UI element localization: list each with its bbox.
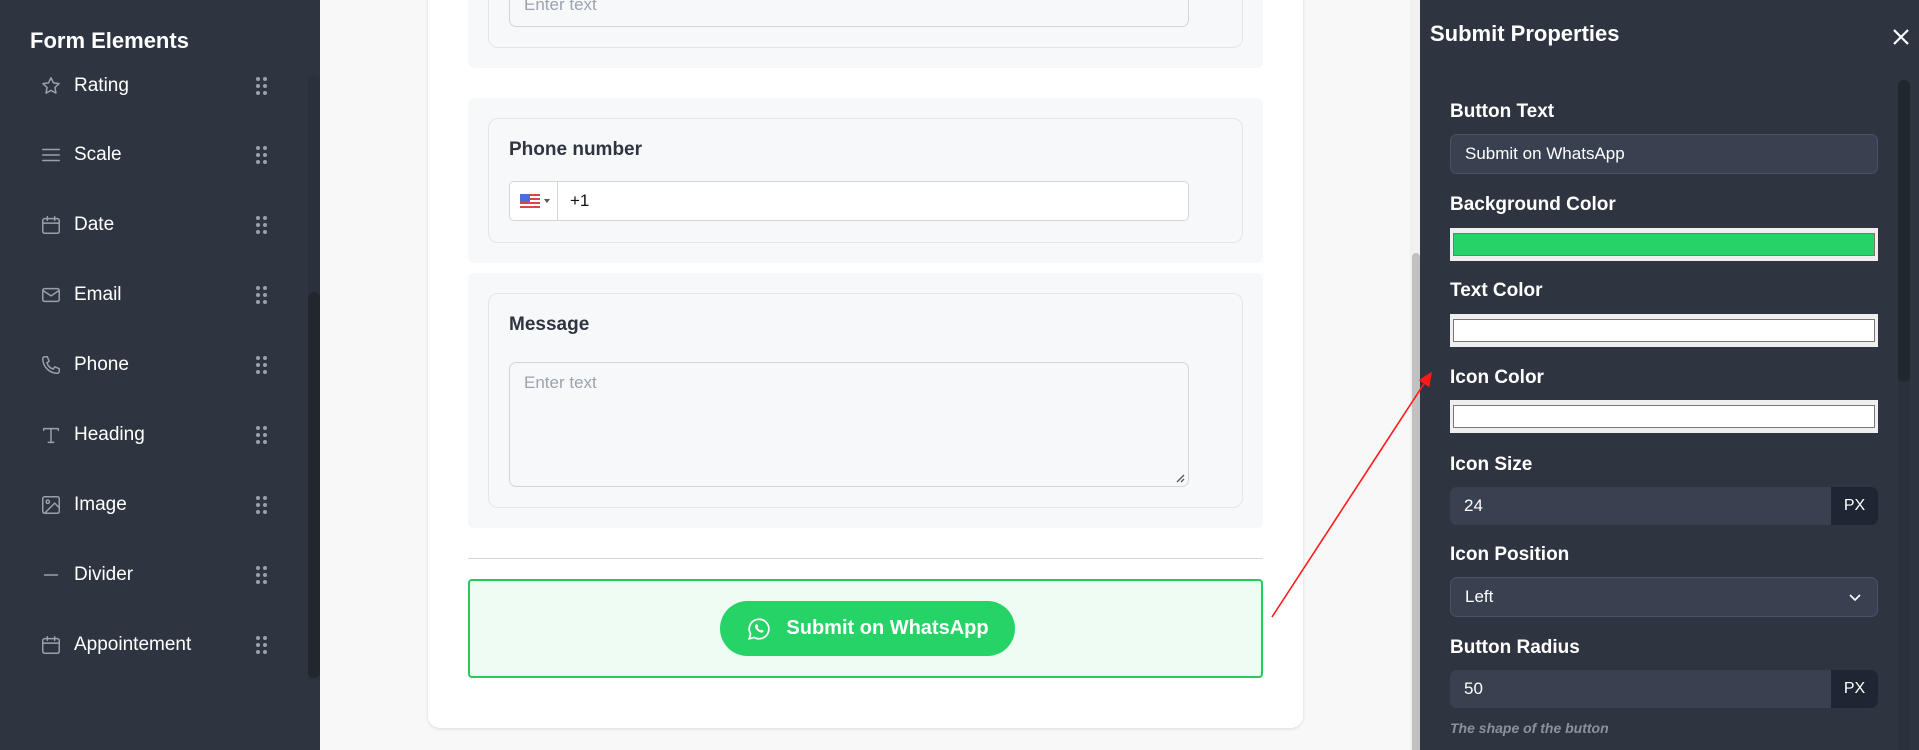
button-text-input[interactable]: Submit on WhatsApp: [1450, 134, 1878, 174]
background-color-swatch: [1453, 233, 1875, 256]
text-input[interactable]: Enter text: [509, 0, 1189, 27]
form-preview-card: Enter text Phone number +1 Message Enter…: [428, 0, 1303, 728]
sidebar-item-label: Date: [74, 214, 115, 235]
sidebar-item-divider[interactable]: Divider: [38, 555, 268, 595]
sidebar-item-heading[interactable]: Heading: [38, 415, 268, 455]
form-divider: [468, 558, 1263, 559]
sidebar-item-label: Image: [74, 494, 127, 515]
image-icon: [38, 492, 64, 518]
sidebar-item-date[interactable]: Date: [38, 205, 268, 245]
calendar-icon: [38, 212, 64, 238]
calendar-icon: [38, 632, 64, 658]
submit-whatsapp-button[interactable]: Submit on WhatsApp: [720, 601, 1015, 656]
textarea-placeholder: Enter text: [524, 373, 597, 392]
button-radius-help: The shape of the button: [1450, 720, 1609, 736]
drag-handle-icon[interactable]: [256, 77, 268, 95]
submit-properties-panel: Submit Properties Button Text Submit on …: [1420, 0, 1919, 750]
phone-input[interactable]: +1: [509, 181, 1189, 221]
form-elements-sidebar: Rating Scale Date Email Phone Heading Im…: [0, 0, 320, 750]
button-text-label: Button Text: [1450, 101, 1555, 122]
sidebar-item-label: Phone: [74, 354, 129, 375]
button-text-value: Submit on WhatsApp: [1465, 144, 1625, 163]
mail-icon: [38, 282, 64, 308]
sidebar-item-label: Heading: [74, 424, 145, 445]
drag-handle-icon[interactable]: [256, 356, 268, 374]
icon-color-swatch: [1453, 405, 1875, 428]
caret-down-icon: [544, 199, 550, 203]
sidebar-item-label: Rating: [74, 75, 129, 96]
close-icon: [1893, 29, 1909, 45]
sidebar-item-label: Appointement: [74, 634, 192, 655]
text-color-swatch: [1453, 319, 1875, 342]
sidebar-title: Form Elements: [30, 28, 189, 53]
field-container: Enter text: [488, 0, 1243, 48]
background-color-picker[interactable]: [1450, 228, 1878, 261]
form-field-phone[interactable]: Phone number +1: [468, 98, 1263, 263]
icon-position-select[interactable]: Left: [1450, 577, 1878, 617]
drag-handle-icon[interactable]: [256, 286, 268, 304]
text-t-icon: [38, 422, 64, 448]
icon-size-unit: PX: [1831, 487, 1878, 525]
drag-handle-icon[interactable]: [256, 146, 268, 164]
star-icon: [38, 73, 64, 99]
close-button[interactable]: [1888, 24, 1914, 50]
sidebar-item-label: Email: [74, 284, 122, 305]
background-color-label: Background Color: [1450, 194, 1616, 215]
sidebar-item-scale[interactable]: Scale: [38, 135, 268, 175]
drag-handle-icon[interactable]: [256, 566, 268, 584]
country-select[interactable]: [510, 182, 558, 220]
button-radius-label: Button Radius: [1450, 637, 1580, 658]
sidebar-item-image[interactable]: Image: [38, 485, 268, 525]
message-textarea[interactable]: Enter text: [509, 362, 1189, 487]
drag-handle-icon[interactable]: [256, 426, 268, 444]
sidebar-item-phone[interactable]: Phone: [38, 345, 268, 385]
submit-block-selected[interactable]: Submit on WhatsApp: [468, 579, 1263, 678]
phone-value: +1: [570, 191, 590, 210]
form-canvas: Enter text Phone number +1 Message Enter…: [320, 0, 1420, 750]
icon-size-input[interactable]: 24 PX: [1450, 487, 1878, 525]
properties-scrollbar-thumb[interactable]: [1898, 80, 1910, 382]
drag-handle-icon[interactable]: [256, 216, 268, 234]
phone-field-label: Phone number: [509, 139, 643, 160]
button-radius-input[interactable]: 50 PX: [1450, 670, 1878, 708]
icon-position-value: Left: [1465, 587, 1494, 606]
us-flag-icon: [520, 194, 540, 208]
phone-icon: [38, 352, 64, 378]
submit-button-label: Submit on WhatsApp: [786, 617, 989, 639]
whatsapp-icon: [748, 617, 771, 640]
sidebar-item-label: Scale: [74, 144, 122, 165]
button-radius-value: 50: [1464, 679, 1483, 698]
canvas-scrollbar-thumb[interactable]: [1412, 253, 1420, 750]
minus-icon: [38, 562, 64, 588]
text-input-placeholder: Enter text: [524, 0, 597, 14]
properties-title: Submit Properties: [1430, 21, 1620, 46]
sidebar-item-appointement[interactable]: Appointement: [38, 625, 268, 665]
sidebar-item-label: Divider: [74, 564, 134, 585]
drag-handle-icon[interactable]: [256, 496, 268, 514]
drag-handle-icon[interactable]: [256, 636, 268, 654]
text-color-label: Text Color: [1450, 280, 1543, 301]
menu-lines-icon: [38, 142, 64, 168]
icon-color-label: Icon Color: [1450, 367, 1544, 388]
form-field-message[interactable]: Message Enter text: [468, 273, 1263, 528]
resize-handle-icon[interactable]: [1175, 473, 1185, 483]
text-color-picker[interactable]: [1450, 314, 1878, 347]
sidebar-item-email[interactable]: Email: [38, 275, 268, 315]
sidebar-scrollbar-thumb[interactable]: [308, 292, 320, 678]
field-container: Phone number +1: [488, 118, 1243, 243]
form-field-text[interactable]: Enter text: [468, 0, 1263, 68]
icon-color-picker[interactable]: [1450, 400, 1878, 433]
button-radius-unit: PX: [1831, 670, 1878, 708]
icon-size-value: 24: [1464, 496, 1483, 515]
field-container: Message Enter text: [488, 293, 1243, 508]
icon-position-label: Icon Position: [1450, 544, 1570, 565]
chevron-down-icon: [1849, 594, 1861, 602]
message-field-label: Message: [509, 314, 590, 335]
icon-size-label: Icon Size: [1450, 454, 1533, 475]
